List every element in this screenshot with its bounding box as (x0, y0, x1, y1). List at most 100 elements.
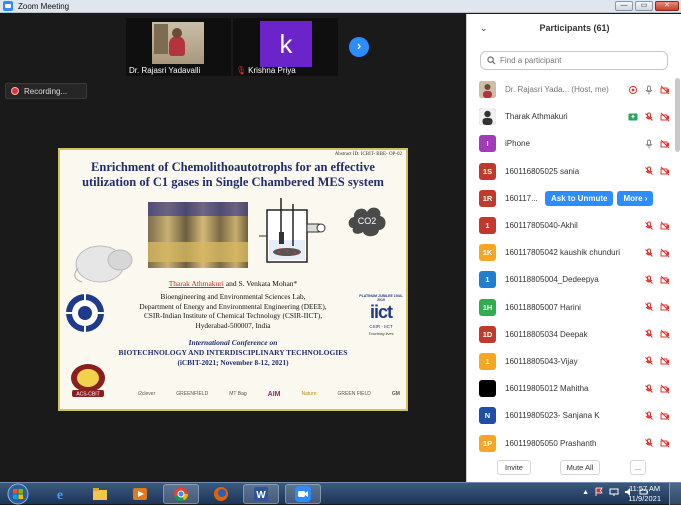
participant-name: 160118805043-Vijay (505, 356, 578, 366)
video-tile-host[interactable]: Dr. Rajasri Yadavalli (126, 18, 231, 76)
show-hidden-icons[interactable]: ▲ (582, 489, 589, 496)
video-off-icon[interactable] (660, 221, 670, 231)
video-off-icon[interactable] (660, 329, 670, 339)
participant-row[interactable]: 1K 160117805042 kaushik chunduri (467, 239, 672, 266)
list-scrollbar[interactable] (675, 78, 680, 152)
mic-off-icon[interactable] (644, 248, 654, 258)
minimize-button[interactable]: — (615, 1, 633, 11)
participant-name: 160118805007 Harini (505, 302, 581, 312)
record-dot-icon (11, 87, 19, 95)
abstract-id: Abstract ID: ICBIT- BBE- OP-02 (334, 152, 402, 157)
participant-row[interactable]: 160119805012 Mahitha (467, 375, 672, 402)
maximize-button[interactable]: ▭ (635, 1, 653, 11)
participant-avatar: 1R (479, 189, 496, 207)
reactor-photo (148, 202, 248, 268)
participant-name: 160117805042 kaushik chunduri (505, 248, 621, 258)
mic-off-icon[interactable] (644, 221, 654, 231)
participant-avatar: 1 (479, 217, 496, 235)
participant-name: Dr. Rajasri Yada... (Host, me) (505, 85, 609, 95)
network-icon[interactable] (609, 487, 619, 497)
participant-row[interactable]: 1 160118805004_Dedeepya (467, 266, 672, 293)
participant-row[interactable]: Tharak Athmakuri (467, 103, 672, 130)
windows-taskbar: e W ▲ 11:57 AM 11/9/2021 (0, 482, 681, 505)
mic-off-icon[interactable] (644, 329, 654, 339)
windows-start-icon[interactable] (2, 483, 34, 505)
participant-row[interactable]: 1 160118805043-Vijay (467, 348, 672, 375)
shared-screen-slide: Abstract ID: ICBIT- BBE- OP-02 Enrichmen… (58, 148, 408, 411)
participant-avatar (479, 380, 496, 398)
mute-all-button[interactable]: Mute All (560, 460, 600, 475)
participant-name: 160116805025 sania (505, 166, 580, 176)
participant-avatar (479, 108, 496, 126)
participant-avatar: k (260, 21, 312, 67)
chrome-icon[interactable] (163, 484, 199, 504)
participant-row[interactable]: 1P 160119805050 Prashanth (467, 429, 672, 456)
close-button[interactable]: ✕ (655, 1, 679, 11)
mic-off-icon[interactable] (644, 438, 654, 448)
mic-on-icon[interactable] (644, 85, 654, 95)
mic-off-icon[interactable] (644, 384, 654, 394)
participant-name: iPhone (505, 139, 530, 149)
ask-to-unmute-button[interactable]: Ask to Unmute (545, 190, 614, 206)
participant-search[interactable] (480, 51, 668, 70)
participant-avatar: N (479, 407, 496, 425)
window-title: Zoom Meeting (18, 1, 70, 11)
participant-row[interactable]: 1H 160118805007 Harini (467, 294, 672, 321)
word-icon[interactable]: W (243, 484, 279, 504)
invite-button[interactable]: Invite (497, 460, 531, 475)
participant-row[interactable]: 1S 160116805025 sania (467, 158, 672, 185)
iict-logo: iict (369, 302, 393, 322)
participant-row[interactable]: 1R 160117... Ask to Unmute More › (467, 185, 672, 212)
video-off-icon[interactable] (660, 248, 670, 258)
zoom-taskbar-icon[interactable] (285, 484, 321, 504)
internet-explorer-icon[interactable]: e (42, 484, 78, 504)
iict-sub: CSIR - IICT (369, 324, 393, 329)
participant-avatar: 1H (479, 298, 496, 316)
video-tile-krishna[interactable]: k 🎙 Krishna Priya (233, 18, 338, 76)
search-icon (487, 56, 496, 65)
next-page-button[interactable]: › (349, 37, 369, 57)
video-off-icon[interactable] (660, 85, 670, 95)
video-off-icon[interactable] (660, 275, 670, 285)
participant-name: Tharak Athmakuri (505, 112, 568, 122)
video-off-icon[interactable] (660, 166, 670, 176)
video-off-icon[interactable] (660, 356, 670, 366)
video-off-icon[interactable] (660, 302, 670, 312)
video-off-icon[interactable] (660, 438, 670, 448)
media-player-icon[interactable] (122, 484, 158, 504)
participant-avatar (479, 81, 496, 99)
firefox-icon[interactable] (203, 484, 239, 504)
show-desktop-button[interactable] (669, 483, 681, 505)
recording-indicator[interactable]: Recording... (5, 83, 87, 99)
mic-on-icon[interactable] (644, 139, 654, 149)
participant-name: 160119805050 Prashanth (505, 438, 597, 448)
mic-off-icon[interactable] (644, 302, 654, 312)
video-off-icon[interactable] (660, 411, 670, 421)
more-button[interactable]: More › (617, 190, 654, 206)
mic-off-icon[interactable] (644, 275, 654, 285)
video-off-icon[interactable] (660, 112, 670, 122)
action-center-flag-icon[interactable] (594, 487, 604, 497)
mic-off-icon[interactable] (644, 112, 654, 122)
mic-off-icon[interactable] (644, 356, 654, 366)
taskbar-clock[interactable]: 11:57 AM 11/9/2021 (628, 484, 661, 504)
participant-row[interactable]: 1 160117805040-Akhil (467, 212, 672, 239)
conference-intro: International Conference on (188, 338, 278, 347)
participant-avatar: 1P (479, 434, 496, 452)
participant-row[interactable]: N 160119805023- Sanjana K (467, 402, 672, 429)
participant-row[interactable]: 1D 160118805034 Deepak (467, 321, 672, 348)
search-input[interactable] (500, 56, 660, 65)
video-off-icon[interactable] (660, 139, 670, 149)
zoom-window: Zoom Meeting — ▭ ✕ Dr. Rajasri Yadavalli… (0, 0, 681, 482)
more-options-button[interactable]: ... (630, 460, 646, 475)
screen-share-icon[interactable] (628, 112, 638, 122)
video-off-icon[interactable] (660, 384, 670, 394)
video-on-icon[interactable] (628, 85, 638, 95)
file-explorer-icon[interactable] (82, 484, 118, 504)
mic-off-icon[interactable] (644, 411, 654, 421)
participant-row[interactable]: Dr. Rajasri Yada... (Host, me) (467, 76, 672, 103)
participant-row[interactable]: IiPhone (467, 130, 672, 157)
mic-off-icon[interactable] (644, 166, 654, 176)
meeting-area: Dr. Rajasri Yadavalli k 🎙 Krishna Priya … (0, 14, 466, 482)
participant-avatar: 1S (479, 162, 496, 180)
